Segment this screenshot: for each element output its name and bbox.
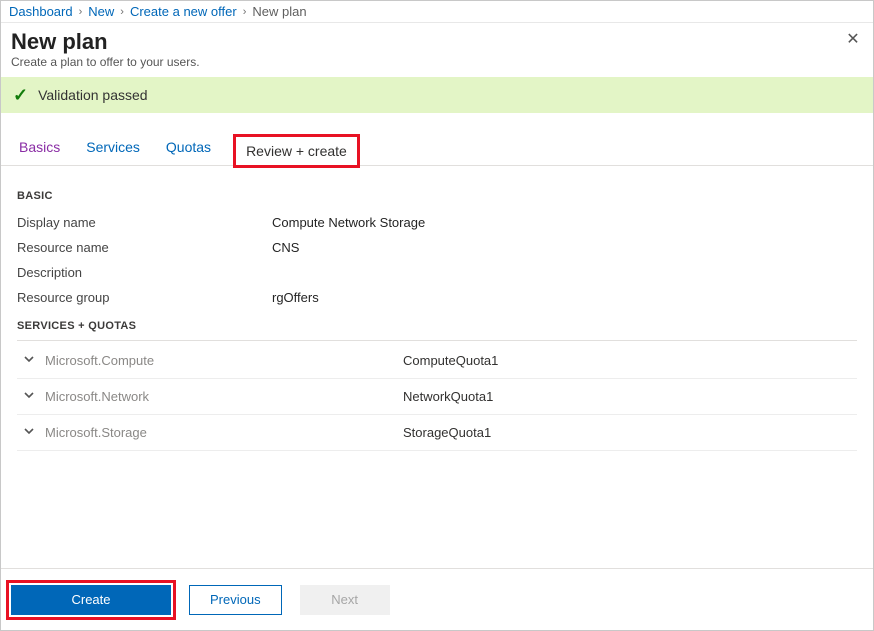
chevron-down-icon bbox=[23, 353, 45, 368]
close-icon: ✕ bbox=[846, 29, 859, 49]
service-quota-row[interactable]: Microsoft.Storage StorageQuota1 bbox=[17, 415, 857, 451]
previous-button[interactable]: Previous bbox=[189, 585, 282, 615]
service-name: Microsoft.Compute bbox=[45, 353, 403, 368]
tab-services[interactable]: Services bbox=[84, 133, 142, 165]
quota-name: NetworkQuota1 bbox=[403, 389, 493, 404]
tab-bar: Basics Services Quotas Review + create bbox=[1, 113, 873, 166]
tab-basics[interactable]: Basics bbox=[17, 133, 62, 165]
chevron-right-icon: › bbox=[120, 6, 124, 18]
value-display-name: Compute Network Storage bbox=[272, 215, 425, 230]
quota-name: ComputeQuota1 bbox=[403, 353, 498, 368]
divider bbox=[17, 340, 857, 341]
service-quota-row[interactable]: Microsoft.Network NetworkQuota1 bbox=[17, 379, 857, 415]
chevron-right-icon: › bbox=[243, 6, 247, 18]
tab-review-create[interactable]: Review + create bbox=[235, 136, 358, 166]
chevron-right-icon: › bbox=[79, 6, 83, 18]
footer-bar: Create Previous Next bbox=[1, 568, 873, 630]
row-resource-name: Resource name CNS bbox=[17, 235, 857, 260]
content-area: BASIC Display name Compute Network Stora… bbox=[1, 166, 873, 568]
row-display-name: Display name Compute Network Storage bbox=[17, 210, 857, 235]
service-name: Microsoft.Network bbox=[45, 389, 403, 404]
validation-status: Validation passed bbox=[38, 87, 147, 103]
page-subtitle: Create a plan to offer to your users. bbox=[11, 55, 200, 69]
page-title: New plan bbox=[11, 29, 200, 55]
breadcrumb-dashboard[interactable]: Dashboard bbox=[9, 4, 73, 19]
checkmark-icon: ✓ bbox=[13, 86, 28, 104]
label-display-name: Display name bbox=[17, 215, 272, 230]
close-button[interactable]: ✕ bbox=[843, 29, 863, 49]
row-resource-group: Resource group rgOffers bbox=[17, 285, 857, 310]
chevron-down-icon bbox=[23, 389, 45, 404]
service-quota-row[interactable]: Microsoft.Compute ComputeQuota1 bbox=[17, 343, 857, 379]
validation-banner: ✓ Validation passed bbox=[1, 77, 873, 113]
quota-name: StorageQuota1 bbox=[403, 425, 491, 440]
breadcrumb: Dashboard › New › Create a new offer › N… bbox=[1, 1, 873, 23]
create-button[interactable]: Create bbox=[11, 585, 171, 615]
section-services-quotas-label: SERVICES + QUOTAS bbox=[17, 320, 857, 332]
value-resource-group: rgOffers bbox=[272, 290, 319, 305]
tab-quotas[interactable]: Quotas bbox=[164, 133, 213, 165]
breadcrumb-current: New plan bbox=[252, 4, 306, 19]
row-description: Description bbox=[17, 260, 857, 285]
service-name: Microsoft.Storage bbox=[45, 425, 403, 440]
page-header: New plan Create a plan to offer to your … bbox=[1, 23, 873, 77]
next-button: Next bbox=[300, 585, 390, 615]
breadcrumb-new[interactable]: New bbox=[88, 4, 114, 19]
label-description: Description bbox=[17, 265, 272, 280]
breadcrumb-create-offer[interactable]: Create a new offer bbox=[130, 4, 237, 19]
label-resource-group: Resource group bbox=[17, 290, 272, 305]
chevron-down-icon bbox=[23, 425, 45, 440]
value-resource-name: CNS bbox=[272, 240, 299, 255]
section-basic-label: BASIC bbox=[17, 190, 857, 202]
label-resource-name: Resource name bbox=[17, 240, 272, 255]
